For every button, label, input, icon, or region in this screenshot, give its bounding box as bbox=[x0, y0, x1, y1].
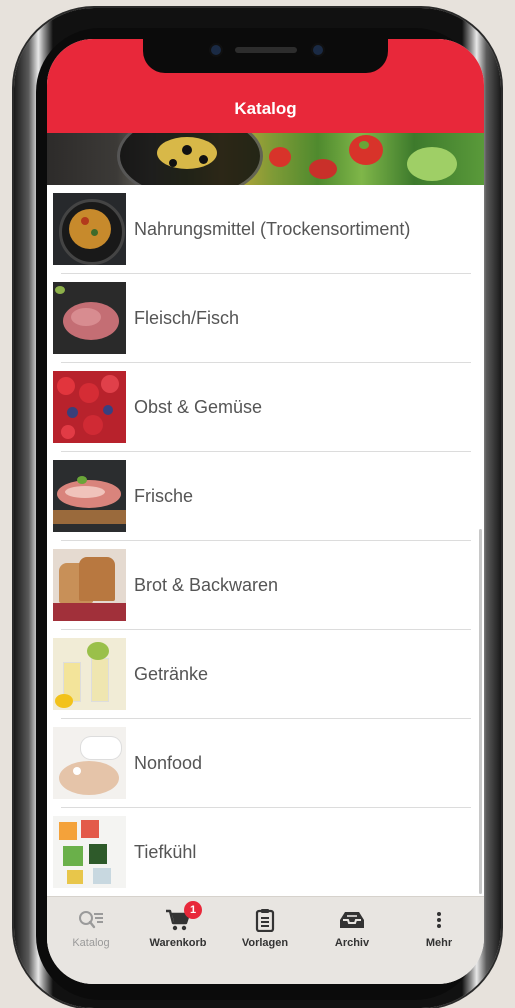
banner-image bbox=[47, 133, 484, 185]
sensor-icon bbox=[313, 45, 323, 55]
clipboard-icon bbox=[221, 907, 309, 933]
pasta-dish-image bbox=[53, 193, 126, 265]
more-vertical-icon bbox=[395, 907, 483, 933]
category-item[interactable]: Frische bbox=[53, 452, 471, 541]
archive-tray-icon bbox=[308, 907, 396, 933]
tab-katalog[interactable]: Katalog bbox=[47, 907, 135, 949]
tab-bar: Katalog 1 Warenkorb Vorlagen Archiv Mehr bbox=[47, 896, 484, 984]
tab-label: Katalog bbox=[72, 937, 110, 949]
tab-mehr[interactable]: Mehr bbox=[395, 907, 483, 949]
tab-vorlagen[interactable]: Vorlagen bbox=[221, 907, 309, 949]
cart-badge: 1 bbox=[184, 901, 202, 919]
prosciutto-image bbox=[53, 460, 126, 532]
speaker-grille bbox=[235, 47, 297, 53]
app-screen: Katalog Nahrungsmittel (Trockensortiment… bbox=[47, 39, 484, 984]
category-label: Getränke bbox=[134, 664, 209, 684]
category-label: Frische bbox=[134, 486, 194, 506]
category-label: Brot & Backwaren bbox=[134, 575, 279, 595]
notch bbox=[143, 39, 388, 73]
frozen-food-image bbox=[53, 816, 126, 888]
category-item[interactable]: Obst & Gemüse bbox=[53, 363, 471, 452]
tab-archiv[interactable]: Archiv bbox=[308, 907, 396, 949]
category-label: Obst & Gemüse bbox=[134, 397, 263, 417]
tab-label: Archiv bbox=[334, 937, 370, 949]
page-title: Katalog bbox=[234, 99, 297, 118]
drinks-image bbox=[53, 638, 126, 710]
category-item[interactable]: Nonfood bbox=[53, 719, 471, 808]
app-header: Katalog bbox=[47, 39, 484, 133]
catalog-search-icon bbox=[47, 907, 135, 933]
tab-warenkorb[interactable]: 1 Warenkorb bbox=[134, 901, 222, 949]
category-label: Nonfood bbox=[134, 753, 203, 773]
pills-hand-image bbox=[53, 727, 126, 799]
bread-image bbox=[53, 549, 126, 621]
category-item[interactable]: Nahrungsmittel (Trockensortiment) bbox=[53, 185, 471, 274]
category-label: Tiefkühl bbox=[134, 842, 197, 862]
tab-label: Warenkorb bbox=[149, 937, 207, 949]
category-label: Fleisch/Fisch bbox=[134, 308, 240, 328]
scrollbar[interactable] bbox=[479, 529, 482, 894]
cart-icon: 1 bbox=[134, 901, 222, 933]
category-label: Nahrungsmittel (Trockensortiment) bbox=[134, 219, 411, 239]
category-item[interactable]: Brot & Backwaren bbox=[53, 541, 471, 630]
category-item[interactable]: Tiefkühl bbox=[53, 808, 471, 897]
tab-label: Vorlagen bbox=[241, 937, 289, 949]
raw-meat-image bbox=[53, 282, 126, 354]
category-item[interactable]: Fleisch/Fisch bbox=[53, 274, 471, 363]
tab-label: Mehr bbox=[425, 937, 453, 949]
camera-icon bbox=[211, 45, 221, 55]
category-item[interactable]: Getränke bbox=[53, 630, 471, 719]
berries-image bbox=[53, 371, 126, 443]
